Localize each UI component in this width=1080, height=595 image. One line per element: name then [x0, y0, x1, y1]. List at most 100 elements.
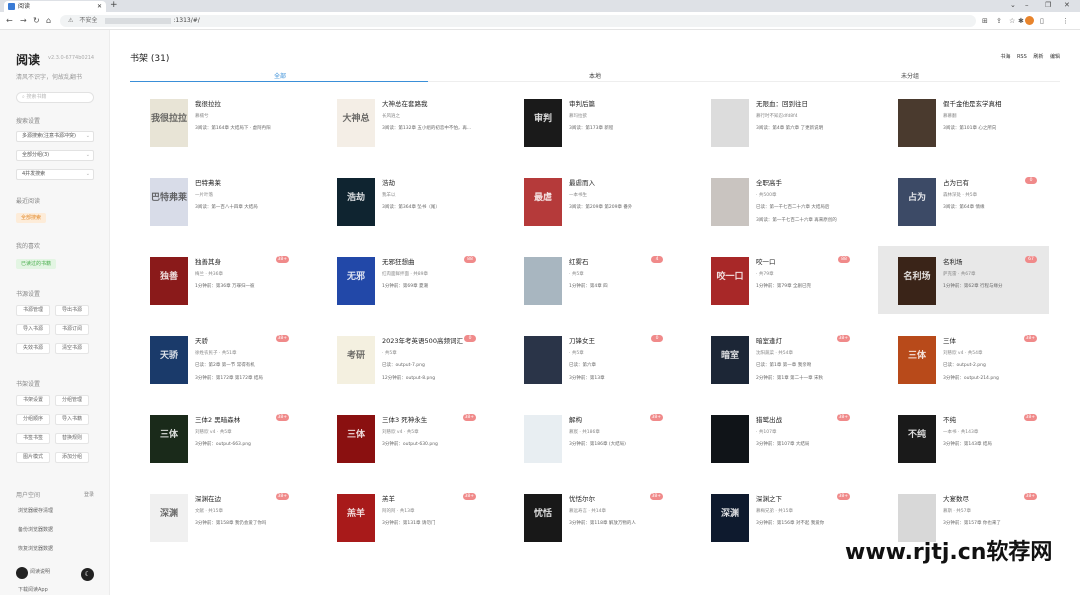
- concurrency-select[interactable]: 4并发搜索 ⌄: [16, 169, 94, 180]
- translate-icon[interactable]: ⊞: [982, 17, 988, 25]
- readme-link[interactable]: 阅读说明: [30, 568, 50, 575]
- book-card[interactable]: 无限血：回到往日 慕行时不知忍dfd8f4 3阅读：第4章 第六章 了更新说明: [691, 88, 862, 156]
- sidebar-button[interactable]: 分组管理: [55, 395, 89, 406]
- chevron-down-icon: ⌄: [85, 152, 90, 158]
- sidebar-button[interactable]: 清空书源: [55, 343, 89, 354]
- book-card[interactable]: 不纯 不纯 一本书 · 共143章 3分钟前：第143章 结局 38+: [878, 404, 1049, 472]
- user-link[interactable]: 浏览器缓存清理: [18, 507, 53, 514]
- search-input[interactable]: ⌕ 搜索书籍: [16, 92, 94, 103]
- sidebar-button[interactable]: 书源管理: [16, 305, 50, 316]
- book-card[interactable]: 解构 慕宸 · 共186章 3分钟前：第186章 (大结局) 38+: [504, 404, 675, 472]
- download-app-link[interactable]: 下载阅读App: [18, 586, 48, 593]
- tab-ungrouped[interactable]: 未分组: [760, 71, 1060, 80]
- rss-button[interactable]: RSS: [1017, 54, 1027, 60]
- user-link[interactable]: 备份浏览器数据: [18, 526, 53, 533]
- minimize-button[interactable]: –: [1025, 0, 1029, 11]
- book-card[interactable]: 假千金他是玄学真相 慕慕翻 3阅读：第101章 心之所向: [878, 88, 1049, 156]
- book-latest-chapter: 3阅读：第一百八十四章 大结局: [195, 205, 258, 210]
- back-icon[interactable]: ←: [6, 15, 13, 27]
- address-bar[interactable]: ⚠ 不安全:1313/#/: [60, 15, 976, 27]
- book-card[interactable]: 猎鹫出战 · 共107章 3分钟前：第107章 大结局 38+: [691, 404, 862, 472]
- sidebar-button[interactable]: 导入书籍: [55, 414, 89, 425]
- tab-search-icon[interactable]: ⌄: [1010, 0, 1016, 11]
- book-market-button[interactable]: 书海: [1000, 54, 1010, 60]
- sidebar-button[interactable]: 书签书签: [16, 433, 50, 444]
- book-card[interactable]: 三体 三体 刘慈欣 v4 · 共54章 已读：output-2.png 3分钟前：out…: [878, 325, 1049, 393]
- sidebar-button[interactable]: 失效书源: [16, 343, 50, 354]
- menu-icon[interactable]: ⋮: [1062, 17, 1069, 25]
- book-card[interactable]: 红雾石 · 共5章 1分钟前：第4章 四 4: [504, 246, 675, 314]
- night-mode-icon[interactable]: ☾: [81, 568, 94, 581]
- book-card[interactable]: 咬一口 咬一口 · 共79章 1分钟前：第79章 全剧已完 88: [691, 246, 862, 314]
- watermark: www.rjtj.cn软荐网: [845, 540, 1053, 565]
- book-card[interactable]: 刀锋女王 · 共5章 已读：第六章 3分钟前：第13章 0: [504, 325, 675, 393]
- insecure-icon: ⚠: [68, 17, 74, 24]
- book-card[interactable]: 暗室 暗室逢灯 沈阳蔬菜 · 共54章 已读：第1章 第一章 我亲吻 2分钟前：第1章 …: [691, 325, 862, 393]
- book-title: 刀锋女王: [569, 337, 595, 345]
- search-settings-title: 搜索设置: [16, 118, 41, 125]
- sidebar-button[interactable]: 图片模式: [16, 452, 50, 463]
- book-cover: 暗室: [711, 336, 749, 384]
- maximize-button[interactable]: ❐: [1045, 0, 1051, 11]
- unread-badge: 38+: [275, 256, 289, 263]
- book-card[interactable]: 考研 2023年考英语500高频词汇 · 共5章 已读：output-7.png 12分…: [317, 325, 488, 393]
- sidebar-button[interactable]: 替换规则: [55, 433, 89, 444]
- close-window-button[interactable]: ✕: [1064, 0, 1070, 11]
- book-title: 巴特弗莱: [195, 179, 221, 187]
- github-icon[interactable]: [16, 567, 28, 579]
- book-card[interactable]: 最虐 最虐而入 一本书生 3阅读：第209章 第209章 番外: [504, 167, 675, 235]
- sidebar-button[interactable]: 书架设置: [16, 395, 50, 406]
- sidebar-button[interactable]: 导入书源: [16, 324, 50, 335]
- book-title: 独善其身: [195, 258, 221, 266]
- search-mode-select[interactable]: 多源搜索(注意书源冲突) ⌄: [16, 131, 94, 142]
- book-card[interactable]: 大神总 大神总在套路我 长风逍之 3阅读：第132章 五小组的初恋中不怕，再...: [317, 88, 488, 156]
- book-card[interactable]: 天骄 天骄 徐姓农民子 · 共51章 已读：第2章 第一节 常得有机 3分钟前：第172…: [130, 325, 301, 393]
- login-link[interactable]: 登录: [84, 491, 94, 498]
- book-author: 刘慈欣 v4 · 共5章: [195, 430, 232, 435]
- sidebar-button[interactable]: 添加分组: [55, 452, 89, 463]
- sidepanel-icon[interactable]: ▯: [1040, 17, 1044, 25]
- book-card[interactable]: 羔羊 羔羊 阿的阿 · 共13章 3分钟前：第131章 请勿门 38+: [317, 483, 488, 551]
- book-title: 羔羊: [382, 495, 395, 503]
- sidebar-button[interactable]: 书源订阅: [55, 324, 89, 335]
- book-card[interactable]: 占为 占为已有 森林深处 · 共5章 3阅读：第64章 情缘 0: [878, 167, 1049, 235]
- refresh-button[interactable]: 刷新: [1033, 54, 1043, 60]
- share-icon[interactable]: ⇪: [996, 17, 1002, 25]
- book-cover: 独善: [150, 257, 188, 305]
- book-card[interactable]: 三体 三体3 死神永生 刘慈欣 v4 · 共5章 3分钟前：output-630.pn…: [317, 404, 488, 472]
- book-card[interactable]: 审判 审判后篇 慕玛拉欲 3阅读：第173章 新程: [504, 88, 675, 156]
- book-card[interactable]: 无邪 无邪狂想曲 红肉面鲜拌面 · 共89章 1分钟前：第69章 夏潮 88: [317, 246, 488, 314]
- user-space-title: 用户空间: [16, 492, 41, 499]
- book-card[interactable]: 深渊 深渊之下 慕梅兄弟 · 共15章 3分钟前：第156章 对不起 我爱你 38+: [691, 483, 862, 551]
- home-icon[interactable]: ⌂: [46, 15, 51, 27]
- forward-icon[interactable]: →: [20, 15, 27, 27]
- star-icon[interactable]: ☆: [1009, 17, 1015, 25]
- reading-history-pill[interactable]: 全部搜索: [16, 213, 47, 223]
- book-author: 一本书 · 共143章: [943, 430, 979, 435]
- user-link[interactable]: 恢复浏览器数据: [18, 545, 53, 552]
- tab-local[interactable]: 本地: [445, 71, 745, 80]
- favorites-pill[interactable]: 已读过的书籍: [16, 259, 57, 269]
- tab-close-icon[interactable]: ✕: [97, 1, 102, 12]
- sidebar-button[interactable]: 分组顺序: [16, 414, 50, 425]
- source-group-select[interactable]: 全部分组(3) ⌄: [16, 150, 94, 161]
- book-card[interactable]: 全职高手 · 共500章 已读：第一千七百二十六章 大结局后 3阅读：第一千七百二十六…: [691, 167, 862, 235]
- book-card[interactable]: 我很拉拉 我很拉拉 慕楠兮 3阅读：第164章 大结局下 · 虚阿冉阳: [130, 88, 301, 156]
- tab-all[interactable]: 全部: [130, 71, 430, 80]
- book-read-progress: 已读：第六章: [569, 363, 596, 368]
- new-tab-button[interactable]: +: [110, 0, 118, 11]
- book-latest-chapter: 3分钟前：第143章 结局: [943, 442, 992, 447]
- book-card[interactable]: 浩劫 浩劫 我羊以 3阅读：第364章 坠书（尾）: [317, 167, 488, 235]
- book-card[interactable]: 独善 独善其身 梅兰 · 共36章 1分钟前：第36章 万罪归一彼 38+: [130, 246, 301, 314]
- book-card[interactable]: 名利场 名利场 萨克雷 · 共67章 1分钟前：第62章 行程与缘分 67: [878, 246, 1049, 314]
- extensions-icon[interactable]: ✱: [1018, 17, 1024, 25]
- book-card[interactable]: 三体 三体2 黑暗森林 刘慈欣 v4 · 共5章 3分钟前：output-663.pn…: [130, 404, 301, 472]
- profile-avatar[interactable]: [1025, 16, 1034, 25]
- book-card[interactable]: 巴特弗莱 巴特弗莱 一片叶落 3阅读：第一百八十四章 大结局: [130, 167, 301, 235]
- edit-button[interactable]: 编辑: [1050, 54, 1060, 60]
- reload-icon[interactable]: ↻: [33, 15, 40, 27]
- browser-tab[interactable]: 阅读 ✕: [4, 1, 106, 12]
- sidebar-button[interactable]: 导出书源: [55, 305, 89, 316]
- book-card[interactable]: 深渊 深渊在边 文献 · 共15章 3分钟前：第158章 我仍会爱了你吗 38+: [130, 483, 301, 551]
- book-card[interactable]: 忧恬 忧恬尔尔 慕远寿言 · 共14章 3分钟前：第118章 解放万物的人 38+: [504, 483, 675, 551]
